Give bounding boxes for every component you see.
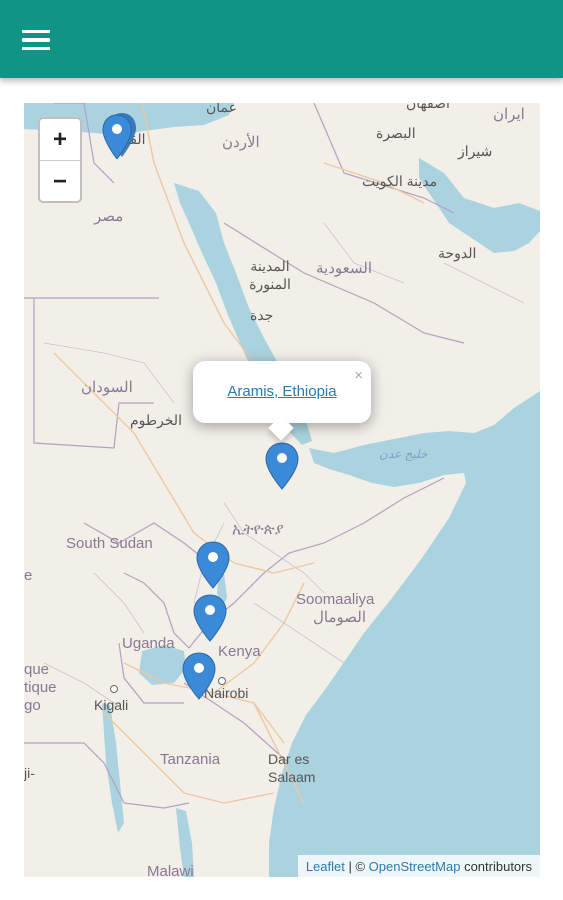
map-label-madinah: المدينة المنورة — [249, 258, 291, 292]
app-bar — [0, 0, 563, 78]
marker-popup: Aramis, Ethiopia × — [193, 361, 371, 441]
map-label-kenya: Kenya — [218, 643, 261, 660]
map-marker-icon[interactable] — [264, 441, 300, 491]
map-marker-icon[interactable] — [195, 540, 231, 590]
zoom-control: + − — [38, 117, 82, 203]
osm-link[interactable]: OpenStreetMap — [369, 859, 461, 874]
zoom-in-button[interactable]: + — [40, 119, 80, 161]
map-marker-icon[interactable] — [181, 651, 217, 701]
popup-link[interactable]: Aramis, Ethiopia — [193, 383, 371, 400]
map-label-gulf-of-aden: خليج عدن — [379, 447, 428, 461]
map-label-isfahan: اصفهان — [406, 103, 450, 111]
map-label-basra: البصرة — [376, 125, 416, 141]
map-label-doha: الدوحة — [438, 245, 477, 261]
map-label-amman: عمان — [206, 103, 237, 115]
map-label-jeddah: جدة — [250, 307, 274, 323]
map-label-sudan: السودان — [81, 379, 133, 396]
map-label-edge-go: go — [24, 697, 41, 714]
map-label-shiraz: شیراز — [458, 143, 493, 159]
map-attribution: Leaflet | © OpenStreetMap contributors — [297, 855, 540, 877]
map-marker-icon[interactable] — [100, 109, 136, 159]
map-label-dar: Dar es — [268, 751, 310, 767]
map-label-ethiopia: ኢትዮጵያ — [232, 521, 284, 538]
map-label-somalia-ar: الصومال — [313, 609, 366, 626]
map-label-kuwait-city: مدينة الكويت — [362, 173, 438, 189]
zoom-out-button[interactable]: − — [40, 161, 80, 201]
city-dot-nairobi — [218, 677, 226, 685]
hamburger-menu-icon[interactable] — [22, 24, 56, 56]
attribution-separator: | © — [344, 858, 369, 874]
map-label-iran: ایران — [493, 106, 525, 123]
map-label-edge-e: e — [24, 567, 33, 584]
map-label-tanzania: Tanzania — [160, 751, 221, 768]
map-label-edge-ji: ji- — [24, 765, 35, 781]
map-label-saudi: السعودية — [316, 260, 373, 277]
map-label-south-sudan: South Sudan — [66, 535, 153, 552]
close-icon[interactable]: × — [354, 367, 363, 384]
leaflet-link[interactable]: Leaflet — [306, 859, 345, 874]
map-label-egypt: مصر — [94, 208, 124, 225]
map-label-edge-tique: tique — [24, 679, 57, 696]
map-label-uganda: Uganda — [122, 635, 175, 652]
map-label-malawi: Malawi — [147, 863, 194, 877]
map-marker-icon[interactable] — [192, 593, 228, 643]
map-label-edge-que: que — [24, 661, 50, 678]
map-view[interactable]: عمان الأردن اصفهان ایران البصرة شیراز مد… — [24, 103, 540, 877]
map-label-jordan: الأردن — [222, 134, 260, 151]
map-label-salaam: Salaam — [268, 769, 316, 785]
city-dot-kigali — [110, 685, 118, 693]
map-label-kigali: Kigali — [94, 697, 129, 713]
map-label-somalia: Soomaaliya — [296, 591, 375, 608]
attribution-contributors: contributors — [460, 858, 532, 874]
map-label-khartoum: الخرطوم — [130, 412, 182, 428]
